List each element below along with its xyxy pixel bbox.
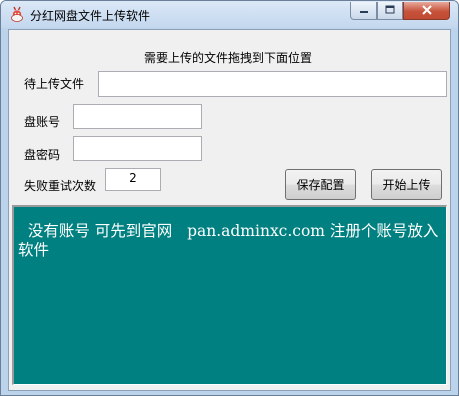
retry-count-field[interactable]: 2 [105, 168, 161, 191]
title-bar[interactable]: 分红网盘文件上传软件 [1, 1, 458, 28]
save-config-button[interactable]: 保存配置 [285, 169, 356, 200]
password-input[interactable] [78, 139, 197, 158]
file-path-field[interactable] [98, 71, 447, 97]
maximize-button[interactable] [377, 2, 403, 20]
window-title: 分红网盘文件上传软件 [30, 9, 151, 23]
main-panel: 需要上传的文件拖拽到下面位置 待上传文件 盘账号 盘密码 失败重试次数 2 保存… [8, 29, 451, 391]
account-field[interactable] [73, 104, 202, 129]
account-label: 盘账号 [24, 115, 61, 129]
file-path-input[interactable] [103, 74, 442, 94]
instruction-text: 需要上传的文件拖拽到下面位置 [144, 51, 313, 65]
file-drop-area[interactable]: 没有账号 可先到官网 pan.adminxc.com 注册个账号放入软件 [12, 205, 447, 385]
close-icon [421, 4, 433, 18]
app-icon [9, 6, 25, 22]
password-field[interactable] [73, 136, 202, 161]
minimize-button[interactable] [350, 2, 377, 20]
retry-label: 失败重试次数 [24, 179, 97, 193]
minimize-icon [359, 4, 369, 18]
close-button[interactable] [403, 2, 450, 20]
retry-count-value: 2 [129, 171, 137, 185]
start-upload-button[interactable]: 开始上传 [371, 169, 442, 200]
account-input[interactable] [78, 107, 197, 126]
file-label: 待上传文件 [24, 77, 85, 91]
app-window: 分红网盘文件上传软件 需要上传的文件拖拽到下面位置 待上传文件 盘账号 盘密码 [0, 0, 459, 396]
maximize-icon [385, 4, 395, 18]
password-label: 盘密码 [24, 148, 61, 162]
